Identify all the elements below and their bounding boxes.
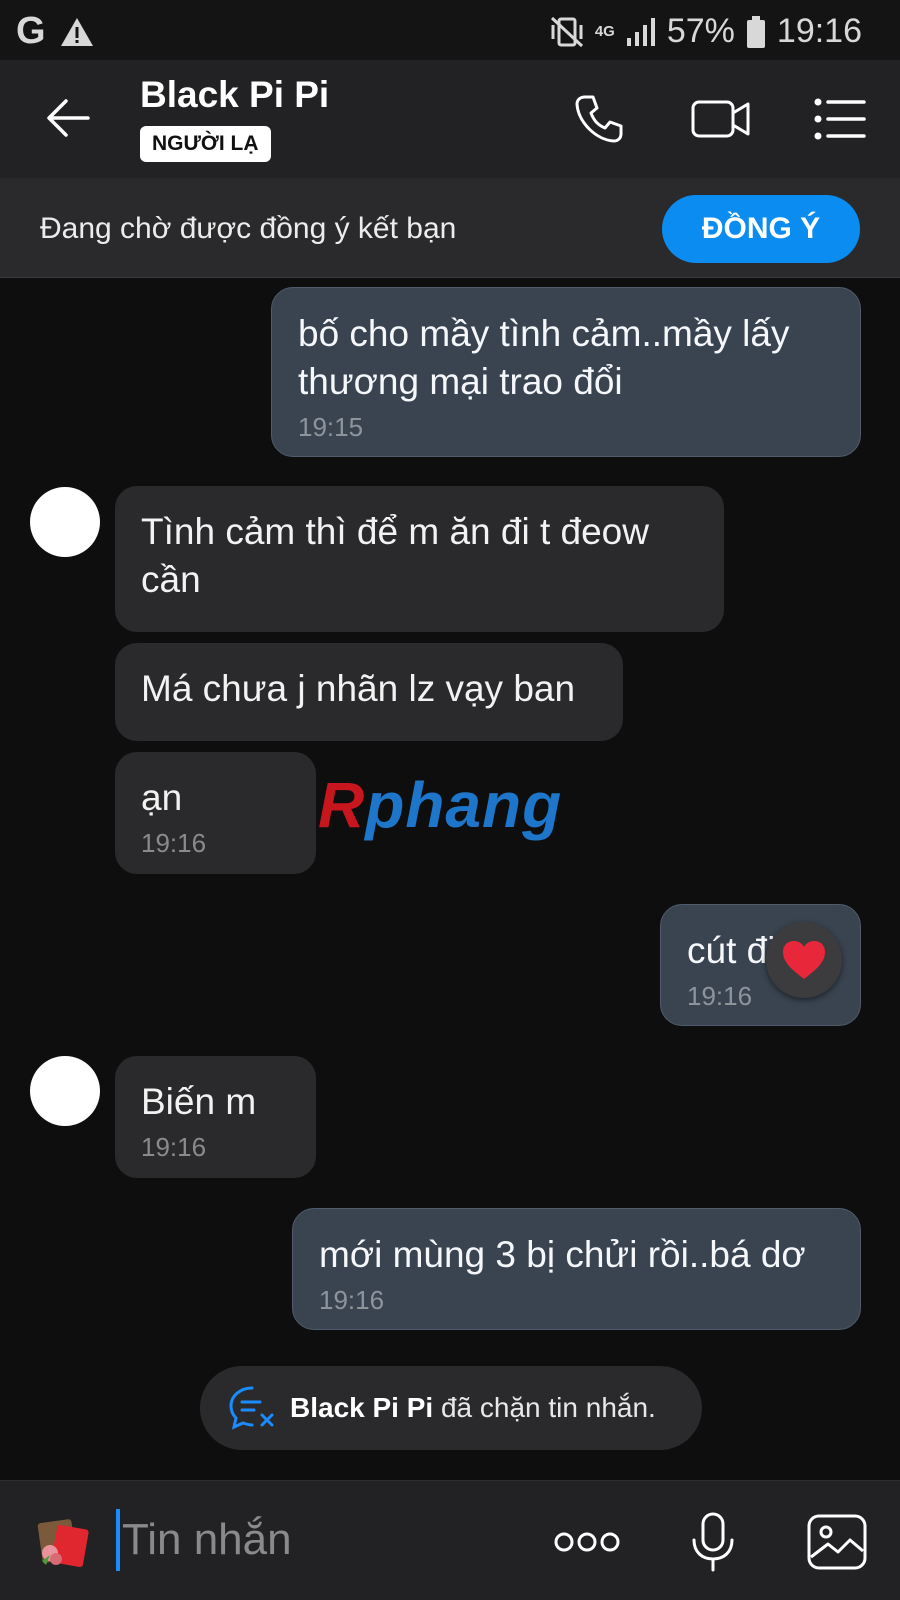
avatar[interactable] <box>30 1056 100 1126</box>
message-bubble[interactable]: Tình cảm thì để m ăn đi t đeow cần <box>115 486 724 632</box>
chat-header: Black Pi Pi NGƯỜI LẠ <box>0 60 900 178</box>
status-bar: G 4G 57% 19:16 <box>0 0 900 60</box>
message-bubble[interactable]: Má chưa j nhãn lz vạy ban <box>115 643 623 741</box>
message-bubble[interactable]: Biến m 19:16 <box>115 1056 316 1178</box>
contact-name[interactable]: Black Pi Pi <box>140 74 329 116</box>
message-text: bố cho mầy tình cảm..mầy lấy thương mại … <box>298 313 790 402</box>
message-time: 19:16 <box>141 828 207 858</box>
network-type: 4G <box>594 22 615 40</box>
video-icon[interactable] <box>690 92 752 146</box>
blocked-message: đã chặn tin nhắn. <box>440 1392 656 1423</box>
warning-icon <box>60 17 93 46</box>
heart-icon <box>783 941 825 979</box>
phone-icon[interactable] <box>572 92 626 146</box>
message-text: Biến m <box>141 1081 257 1122</box>
blocked-chat-icon <box>229 1386 274 1430</box>
friend-request-bar: Đang chờ được đồng ý kết bạn ĐỒNG Ý <box>0 178 900 278</box>
accept-button[interactable]: ĐỒNG Ý <box>662 195 860 263</box>
text-caret <box>116 1509 120 1571</box>
menu-icon[interactable] <box>812 92 868 146</box>
stranger-badge: NGƯỜI LẠ <box>140 126 271 162</box>
battery-icon <box>746 15 765 48</box>
blocked-contact-name: Black Pi Pi <box>290 1392 434 1423</box>
message-text: Tình cảm thì để m ăn đi t đeow cần <box>141 511 649 600</box>
microphone-icon[interactable] <box>682 1511 744 1573</box>
message-input[interactable] <box>122 1507 522 1573</box>
watermark-logo: Rphang <box>318 769 563 841</box>
signal-icon <box>626 17 655 46</box>
message-text: Má chưa j nhãn lz vạy ban <box>141 668 576 709</box>
message-text: mới mùng 3 bị chửi rồi..bá dơ <box>319 1234 806 1275</box>
message-time: 19:16 <box>141 1132 207 1162</box>
message-bubble[interactable]: ạn 19:16 <box>115 752 316 874</box>
vibrate-icon <box>550 16 583 47</box>
blocked-text: Black Pi Pi đã chặn tin nhắn. <box>290 1392 656 1424</box>
g-icon: G <box>16 10 46 52</box>
battery-percent: 57% <box>666 12 735 50</box>
blocked-notice: Black Pi Pi đã chặn tin nhắn. <box>200 1366 702 1450</box>
sticker-icon[interactable] <box>36 1513 92 1569</box>
message-bubble[interactable]: mới mùng 3 bị chửi rồi..bá dơ 19:16 <box>292 1208 861 1330</box>
message-time: 19:15 <box>298 412 364 442</box>
back-arrow-icon[interactable] <box>44 94 92 142</box>
pending-friend-text: Đang chờ được đồng ý kết bạn <box>40 212 457 245</box>
image-icon[interactable] <box>806 1511 868 1573</box>
more-icon[interactable] <box>552 1511 622 1573</box>
message-text: ạn <box>141 777 183 818</box>
message-bubble[interactable]: bố cho mầy tình cảm..mầy lấy thương mại … <box>271 287 861 457</box>
composer-bar <box>0 1480 900 1600</box>
message-time: 19:16 <box>319 1285 385 1315</box>
avatar[interactable] <box>30 487 100 557</box>
clock: 19:16 <box>776 12 862 50</box>
heart-reaction[interactable] <box>766 922 842 998</box>
